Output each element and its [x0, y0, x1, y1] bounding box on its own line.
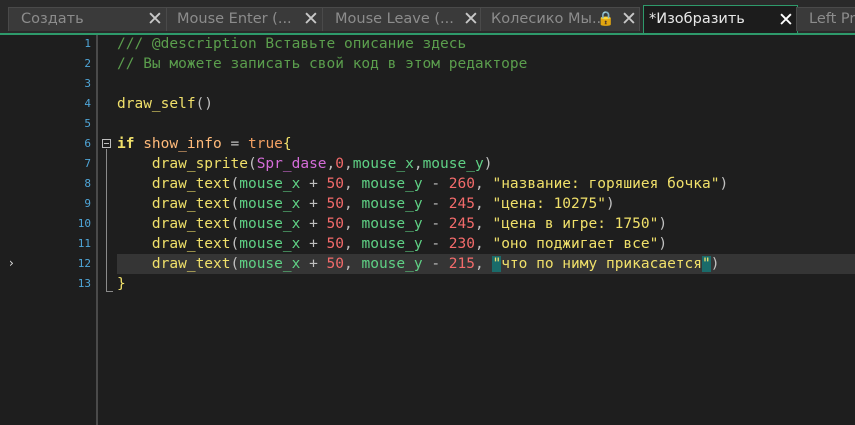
close-icon[interactable]: ✕ [778, 10, 794, 30]
fold-collapse-icon[interactable] [102, 139, 111, 148]
number: 50 [326, 176, 345, 192]
variable: show_info [143, 136, 222, 152]
current-line-marker-icon: › [9, 256, 14, 270]
number: 245 [448, 196, 475, 212]
string-literal: "цена: 10275" [492, 196, 606, 212]
brace: { [282, 136, 292, 152]
sprite-name: Spr_dase [256, 156, 327, 172]
operator: = [221, 136, 248, 152]
function-name: draw_text [151, 196, 231, 212]
line-number: 8 [84, 177, 91, 190]
builtin-variable: mouse_x [352, 156, 414, 172]
line-number: 5 [84, 117, 91, 130]
tab-label: Mouse Leave (... [335, 11, 454, 27]
tab-mouse-wheel[interactable]: Колесико Мы... 🔒 ✕ [480, 7, 640, 31]
line-number: 2 [84, 57, 91, 70]
builtin-variable: mouse_x [239, 216, 301, 232]
tab-label: Mouse Enter (... [177, 11, 292, 27]
builtin-variable: mouse_y [361, 216, 423, 232]
tab-label: *Изобразить [649, 11, 745, 27]
comment: // Вы можете записать свой код в этом ре… [117, 56, 528, 72]
fold-guide-end [106, 291, 113, 292]
line-number: 10 [77, 217, 91, 230]
code-line[interactable]: draw_text(mouse_x + 50, mouse_y - 230, "… [117, 234, 667, 254]
tab-bar: Создать ✕ Mouse Enter (... ✕ Mouse Leave… [0, 0, 855, 35]
lock-icon: 🔒 [597, 11, 615, 27]
builtin-variable: mouse_y [361, 196, 423, 212]
function-name: draw_text [151, 256, 231, 272]
tab-label: Создать [21, 11, 84, 27]
function-name: draw_sprite [151, 156, 248, 172]
function-name: draw_text [151, 176, 231, 192]
number: 215 [448, 256, 475, 272]
function-name: draw_self [117, 96, 196, 112]
line-number: 13 [77, 277, 91, 290]
string-literal: что по ниму прикасается [501, 256, 702, 272]
matching-quote: " [492, 256, 502, 272]
builtin-variable: mouse_y [361, 256, 423, 272]
tab-mouse-enter[interactable]: Mouse Enter (... ✕ [166, 7, 324, 31]
punctuation: () [195, 96, 214, 112]
builtin-variable: mouse_x [239, 256, 301, 272]
builtin-variable: mouse_y [361, 176, 423, 192]
code-line[interactable]: /// @description Вставьте описание здесь [117, 34, 466, 54]
close-icon[interactable]: ✕ [303, 9, 319, 29]
tab-mouse-leave[interactable]: Mouse Leave (... ✕ [322, 7, 482, 31]
string-literal: "цена в игре: 1750" [492, 216, 659, 232]
line-number: 7 [84, 157, 91, 170]
code-line[interactable]: draw_self() [117, 94, 213, 114]
close-icon[interactable]: ✕ [463, 9, 479, 29]
builtin-variable: mouse_y [422, 156, 484, 172]
number: 245 [448, 216, 475, 232]
code-line[interactable]: draw_text(mouse_x + 50, mouse_y - 260, "… [117, 174, 728, 194]
literal: true [247, 136, 283, 152]
builtin-variable: mouse_x [239, 176, 301, 192]
line-number: 1 [84, 37, 91, 50]
function-name: draw_text [151, 236, 231, 252]
brace: } [117, 276, 126, 292]
keyword: if [117, 136, 135, 152]
string-literal: "оно поджигает все" [492, 236, 659, 252]
code-line[interactable]: draw_text(mouse_x + 50, mouse_y - 245, "… [117, 214, 667, 234]
number: 50 [326, 216, 345, 232]
tab-create-event[interactable]: Создать ✕ [8, 7, 168, 31]
tab-left-pressed[interactable]: Left Pre [796, 7, 855, 31]
gutter-divider [96, 35, 98, 425]
number: 50 [326, 256, 345, 272]
string-literal: "название: горяшиея бочка" [492, 176, 720, 192]
number: 260 [448, 176, 475, 192]
close-icon[interactable]: ✕ [147, 9, 163, 29]
builtin-variable: mouse_x [239, 236, 301, 252]
line-number: 4 [84, 97, 91, 110]
matching-quote: " [702, 256, 711, 272]
code-line[interactable]: draw_text(mouse_x + 50, mouse_y - 245, "… [117, 194, 615, 214]
code-line[interactable]: // Вы можете записать свой код в этом ре… [117, 54, 527, 74]
number: 0 [335, 156, 344, 172]
number: 50 [326, 196, 345, 212]
fold-guide [106, 149, 107, 292]
close-icon[interactable]: ✕ [621, 9, 637, 29]
tab-draw-event[interactable]: *Изобразить ✕ [643, 5, 798, 33]
code-line[interactable]: draw_sprite(Spr_dase,0,mouse_x,mouse_y) [117, 154, 493, 174]
line-number: 3 [84, 77, 91, 90]
code-line-current[interactable]: draw_text(mouse_x + 50, mouse_y - 215, "… [117, 254, 719, 274]
line-number: 11 [77, 237, 91, 250]
line-number: 9 [84, 197, 91, 210]
line-number: 6 [84, 137, 91, 150]
builtin-variable: mouse_x [239, 196, 301, 212]
line-number: 12 [77, 257, 91, 270]
code-line[interactable]: } [117, 274, 126, 294]
tab-label: Колесико Мы... [491, 11, 606, 27]
function-name: draw_text [151, 216, 231, 232]
number: 50 [326, 236, 345, 252]
tab-label: Left Pre [809, 11, 855, 27]
code-line[interactable]: if show_info = true{ [117, 134, 292, 154]
comment: /// @description Вставьте описание здесь [117, 36, 467, 52]
builtin-variable: mouse_y [361, 236, 423, 252]
number: 230 [448, 236, 475, 252]
